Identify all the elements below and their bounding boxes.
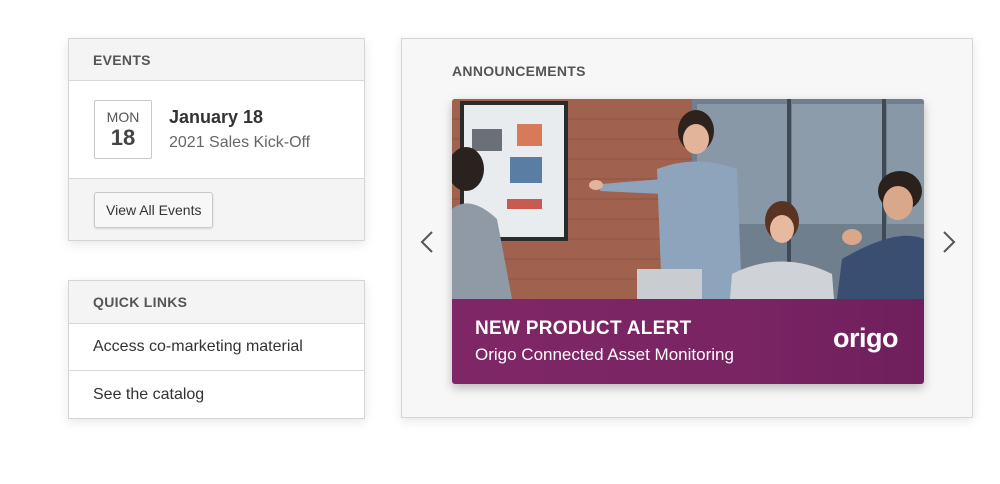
- announcement-subtitle: Origo Connected Asset Monitoring: [475, 345, 734, 364]
- meeting-photo: [452, 99, 924, 299]
- event-title: 2021 Sales Kick-Off: [169, 133, 311, 151]
- event-day-of-week: MON: [106, 108, 140, 125]
- quick-link-co-marketing[interactable]: Access co-marketing material: [69, 324, 364, 371]
- events-footer: View All Events: [69, 179, 364, 240]
- event-date: January 18: [169, 106, 264, 127]
- carousel-next-button[interactable]: [938, 227, 960, 257]
- view-all-events-button[interactable]: View All Events: [94, 191, 214, 228]
- chevron-left-icon: [420, 231, 433, 253]
- quick-links-panel: QUICK LINKS Access co-marketing material…: [68, 280, 365, 419]
- announcement-title: NEW PRODUCT ALERT: [475, 318, 692, 339]
- events-panel: EVENTS MON 18 January 18 2021 Sales Kick…: [68, 38, 365, 241]
- event-details: January 18 2021 Sales Kick-Off: [169, 106, 310, 154]
- announcement-banner: NEW PRODUCT ALERT Origo Connected Asset …: [452, 299, 924, 384]
- origo-logo: origo: [833, 323, 899, 353]
- carousel-prev-button[interactable]: [416, 227, 438, 257]
- event-day-number: 18: [110, 124, 136, 150]
- events-header: EVENTS: [69, 39, 364, 81]
- event-date-badge: MON 18: [94, 100, 152, 159]
- announcements-panel: ANNOUNCEMENTS NEW PRODUCT ALERT Origo Co…: [401, 38, 973, 418]
- quick-link-catalog[interactable]: See the catalog: [69, 371, 364, 418]
- event-item[interactable]: MON 18 January 18 2021 Sales Kick-Off: [69, 81, 364, 179]
- announcements-header: ANNOUNCEMENTS: [452, 63, 586, 79]
- quick-links-header: QUICK LINKS: [69, 281, 364, 324]
- chevron-right-icon: [943, 231, 956, 253]
- announcement-slide[interactable]: NEW PRODUCT ALERT Origo Connected Asset …: [452, 99, 924, 384]
